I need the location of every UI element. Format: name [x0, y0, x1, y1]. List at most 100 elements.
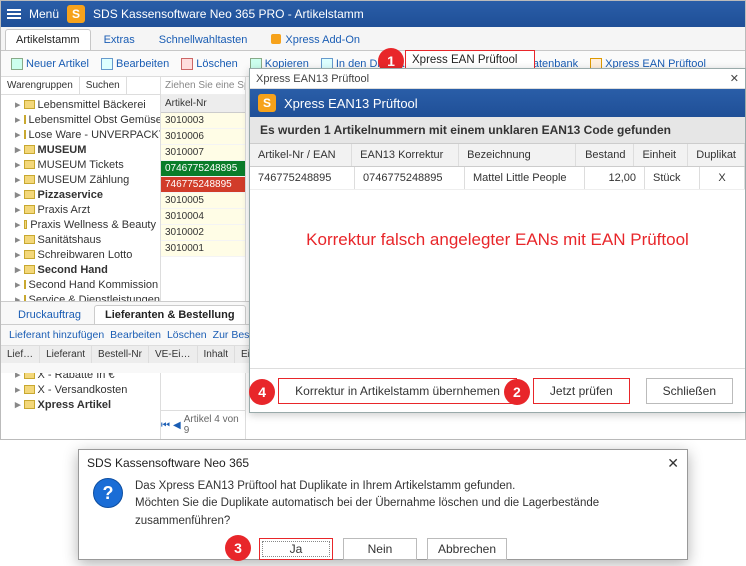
article-row[interactable]: 746775248895: [161, 177, 245, 193]
dialog-body: ? Das Xpress EAN13 Prüftool hat Duplikat…: [79, 476, 687, 534]
tree-item[interactable]: ▸Lebensmittel Bäckerei: [1, 97, 160, 112]
tree-item[interactable]: ▸Praxis Wellness & Beauty: [1, 217, 160, 232]
folder-icon: [24, 385, 35, 394]
apply-correction-button[interactable]: Korrektur in Artikelstamm übernhemen: [279, 379, 516, 403]
annotation-3-badge: 3: [225, 535, 251, 561]
tool-delete-supplier[interactable]: Löschen: [167, 329, 207, 341]
record-navigator[interactable]: ⏮ ◀ Artikel 4 von 9: [161, 410, 245, 439]
tree-item[interactable]: ▸MUSEUM: [1, 142, 160, 157]
group-hint: Ziehen Sie eine Spaltenübers: [161, 77, 245, 95]
tree-item[interactable]: ▸Xpress Artikel: [1, 397, 160, 412]
tool-delete[interactable]: Löschen: [177, 56, 242, 72]
article-row[interactable]: 3010005: [161, 193, 245, 209]
menu-icon[interactable]: [7, 9, 21, 19]
ean-tool-window: Xpress EAN13 Prüftool ✕ S Xpress EAN13 P…: [249, 68, 746, 413]
col-artnr[interactable]: Artikel-Nr / EAN: [250, 144, 352, 166]
article-row[interactable]: 0746775248895: [161, 161, 245, 177]
col-duplikat[interactable]: Duplikat: [688, 144, 745, 166]
sidebar-tab-groups[interactable]: Warengruppen: [1, 77, 80, 94]
folder-icon: [24, 220, 28, 229]
dialog-cancel-button[interactable]: Abbrechen: [427, 538, 507, 560]
folder-icon: [24, 130, 26, 139]
article-list-header[interactable]: Artikel-Nr: [161, 95, 245, 113]
app-logo-icon: S: [67, 5, 85, 23]
tree-item[interactable]: ▸Pizzaservice: [1, 187, 160, 202]
dialog-yes-button[interactable]: Ja: [259, 538, 333, 560]
detail-tab-suppliers[interactable]: Lieferanten & Bestellung: [94, 305, 246, 324]
category-tree[interactable]: ▸Lebensmittel Bäckerei▸Lebensmittel Obst…: [1, 95, 160, 439]
close-button[interactable]: Schließen: [646, 378, 733, 404]
menu-label[interactable]: Menü: [29, 7, 59, 21]
col-lief[interactable]: Lief…: [1, 346, 40, 363]
cell-bezeichnung: Mattel Little People: [465, 167, 585, 189]
article-list-panel: Ziehen Sie eine Spaltenübers Artikel-Nr …: [161, 77, 246, 439]
dialog-titlebar: SDS Kassensoftware Neo 365 ✕: [79, 450, 687, 476]
tab-extras[interactable]: Extras: [93, 29, 146, 50]
detail-tab-print[interactable]: Druckauftrag: [7, 305, 92, 324]
dialog-line1: Das Xpress EAN13 Prüftool hat Duplikate …: [135, 478, 673, 495]
col-einheit[interactable]: Einheit: [634, 144, 688, 166]
confirm-dialog: SDS Kassensoftware Neo 365 ✕ ? Das Xpres…: [78, 449, 688, 560]
col-bestand[interactable]: Bestand: [576, 144, 635, 166]
col-bezeichnung[interactable]: Bezeichnung: [459, 144, 576, 166]
tool-add-supplier[interactable]: Lieferant hinzufügen: [9, 329, 104, 341]
cell-einheit: Stück: [645, 167, 700, 189]
tree-item[interactable]: ▸MUSEUM Tickets: [1, 157, 160, 172]
col-ve[interactable]: VE-Ei…: [149, 346, 198, 363]
article-row[interactable]: 3010001: [161, 241, 245, 257]
nav-first-icon[interactable]: ⏮: [161, 420, 170, 431]
annotation-1-label: Xpress EAN Prüftool: [406, 51, 534, 69]
folder-icon: [24, 160, 35, 169]
tree-item[interactable]: ▸X - Versandkosten: [1, 382, 160, 397]
check-now-button[interactable]: Jetzt prüfen: [534, 379, 629, 403]
col-inhalt[interactable]: Inhalt: [198, 346, 235, 363]
ean-grid-row[interactable]: 746775248895 0746775248895 Mattel Little…: [250, 167, 745, 190]
ean-grid-header: Artikel-Nr / EAN EAN13 Korrektur Bezeich…: [250, 144, 745, 167]
col-bestellnr[interactable]: Bestell-Nr: [92, 346, 149, 363]
ean-overlay-message: Korrektur falsch angelegter EANs mit EAN…: [250, 190, 745, 290]
col-lieferant[interactable]: Lieferant: [40, 346, 92, 363]
main-tabstrip: Artikelstamm Extras Schnellwahltasten Xp…: [1, 27, 745, 51]
tree-item[interactable]: ▸Schreibwaren Lotto: [1, 247, 160, 262]
tree-item[interactable]: ▸Second Hand: [1, 262, 160, 277]
tree-item[interactable]: ▸Praxis Arzt: [1, 202, 160, 217]
trash-icon: [181, 58, 193, 70]
tree-item[interactable]: ▸Second Hand Kommission: [1, 277, 160, 292]
tool-edit[interactable]: Bearbeiten: [97, 56, 173, 72]
cell-korrektur: 0746775248895: [355, 167, 465, 189]
dialog-buttons: 3 Ja Nein Abbrechen: [79, 534, 687, 566]
window-title: SDS Kassensoftware Neo 365 PRO - Artikel…: [93, 7, 364, 21]
plus-icon: [11, 58, 23, 70]
dialog-text: Das Xpress EAN13 Prüftool hat Duplikate …: [135, 478, 673, 530]
dialog-line2: Möchten Sie die Duplikate automatisch be…: [135, 495, 673, 530]
tab-xpress-addon[interactable]: Xpress Add-On: [260, 29, 371, 50]
dialog-close-icon[interactable]: ✕: [667, 455, 679, 472]
tree-item[interactable]: ▸Lebensmittel Obst Gemüse: [1, 112, 160, 127]
tab-schnellwahltasten[interactable]: Schnellwahltasten: [148, 29, 259, 50]
folder-icon: [24, 145, 35, 154]
article-row[interactable]: 3010004: [161, 209, 245, 225]
nav-status: Artikel 4 von 9: [184, 414, 245, 436]
tool-new[interactable]: Neuer Artikel: [7, 56, 93, 72]
dialog-title: SDS Kassensoftware Neo 365: [87, 456, 249, 470]
folder-icon: [24, 235, 35, 244]
ean-logo-icon: S: [258, 94, 276, 112]
sidebar-tabs: Warengruppen Suchen: [1, 77, 160, 95]
sidebar-tab-search[interactable]: Suchen: [80, 77, 127, 94]
article-row[interactable]: 3010003: [161, 113, 245, 129]
article-row[interactable]: 3010002: [161, 225, 245, 241]
article-row[interactable]: 3010006: [161, 129, 245, 145]
nav-prev-icon[interactable]: ◀: [173, 420, 181, 431]
tree-item[interactable]: ▸MUSEUM Zählung: [1, 172, 160, 187]
annotation-2-badge: 2: [504, 379, 530, 405]
close-icon[interactable]: ✕: [730, 72, 739, 85]
col-korrektur[interactable]: EAN13 Korrektur: [352, 144, 459, 166]
tree-item[interactable]: ▸Sanitätshaus: [1, 232, 160, 247]
tab-artikelstamm[interactable]: Artikelstamm: [5, 29, 91, 50]
tree-item[interactable]: ▸Lose Ware - UNVERPACKT!: [1, 127, 160, 142]
tool-edit-supplier[interactable]: Bearbeiten: [110, 329, 161, 341]
annotation-4-badge: 4: [249, 379, 275, 405]
dialog-no-button[interactable]: Nein: [343, 538, 417, 560]
article-row[interactable]: 3010007: [161, 145, 245, 161]
cell-artnr: 746775248895: [250, 167, 355, 189]
